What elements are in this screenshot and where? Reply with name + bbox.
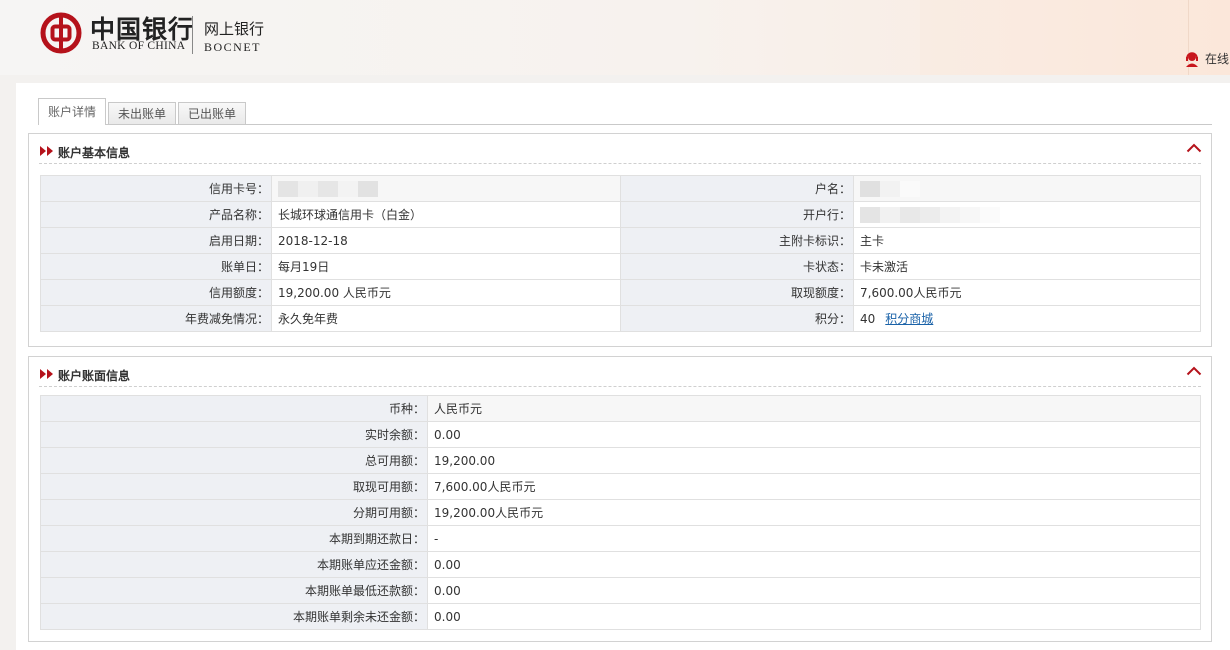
- chevron-up-icon[interactable]: [1186, 366, 1202, 376]
- bank-name-en: BANK OF CHINA: [92, 40, 186, 52]
- customer-service-icon: [1186, 51, 1198, 67]
- account-name-value: [853, 175, 1201, 202]
- balance-info-title: 账户账面信息: [58, 369, 131, 383]
- table-row: 总可用额： 19,200.00: [40, 447, 1201, 474]
- table-row: 本期账单剩余未还金额： 0.00: [40, 603, 1201, 630]
- installment-available-label: 分期可用额：: [40, 499, 428, 526]
- credit-limit-label: 信用额度：: [40, 279, 272, 306]
- table-row: 年费减免情况： 永久免年费 积分： 40 积分商城: [40, 305, 1201, 332]
- card-type-value: 主卡: [853, 227, 1201, 254]
- cash-available-value: 7,600.00人民币元: [427, 473, 1201, 500]
- product-name-label: 产品名称：: [40, 201, 272, 228]
- due-date-value: -: [427, 525, 1201, 552]
- billing-day-label: 账单日：: [40, 253, 272, 280]
- installment-available-value: 19,200.00人民币元: [427, 499, 1201, 526]
- remaining-unpaid-label: 本期账单剩余未还金额：: [40, 603, 428, 630]
- bank-of-china-logo-icon: [40, 12, 82, 54]
- header-right-panel: [920, 0, 1230, 75]
- points-mall-link[interactable]: 积分商城: [885, 312, 933, 326]
- points-value: 40: [860, 312, 876, 326]
- tab-bar-underline: [38, 124, 1212, 125]
- billing-day-value: 每月19日: [271, 253, 621, 280]
- basic-info-panel: 账户基本信息 信用卡号： 户名： 产品名称： 长城环球通信用卡（白金） 开户行：…: [28, 133, 1212, 347]
- table-row: 本期账单应还金额： 0.00: [40, 551, 1201, 578]
- card-number-label: 信用卡号：: [40, 175, 272, 202]
- annual-fee-value: 永久免年费: [271, 305, 621, 332]
- opening-branch-value: [853, 201, 1201, 228]
- points-label: 积分：: [620, 305, 854, 332]
- table-row: 启用日期： 2018-12-18 主附卡标识： 主卡: [40, 227, 1201, 254]
- tab-billed[interactable]: 已出账单: [178, 102, 247, 125]
- masked-opening-branch: [860, 206, 1000, 223]
- card-status-value: 卡未激活: [853, 253, 1201, 280]
- amount-due-value: 0.00: [427, 551, 1201, 578]
- table-row: 账单日： 每月19日 卡状态： 卡未激活: [40, 253, 1201, 280]
- points-cell: 40 积分商城: [853, 305, 1201, 332]
- page-header: 中国银行 BANK OF CHINA 网上银行 BOCNET 在线: [0, 0, 1230, 75]
- tab-unbilled[interactable]: 未出账单: [108, 102, 177, 125]
- basic-info-table: 信用卡号： 户名： 产品名称： 长城环球通信用卡（白金） 开户行： 启用日期： …: [40, 175, 1201, 332]
- realtime-balance-value: 0.00: [427, 421, 1201, 448]
- card-number-value: [271, 175, 621, 202]
- product-name-cn: 网上银行: [204, 20, 265, 38]
- card-status-label: 卡状态：: [620, 253, 854, 280]
- account-name-label: 户名：: [620, 175, 854, 202]
- cash-limit-label: 取现额度：: [620, 279, 854, 306]
- product-name-en: BOCNET: [204, 40, 261, 54]
- double-arrow-right-icon: [40, 146, 53, 156]
- table-row: 取现可用额： 7,600.00人民币元: [40, 473, 1201, 500]
- cash-limit-value: 7,600.00人民币元: [853, 279, 1201, 306]
- main-content: 账户详情 未出账单 已出账单 账户基本信息 信用卡号： 户名： 产品名称： 长城…: [16, 83, 1230, 650]
- remaining-unpaid-value: 0.00: [427, 603, 1201, 630]
- basic-info-divider: [39, 163, 1201, 164]
- table-row: 信用卡号： 户名：: [40, 175, 1201, 202]
- cash-available-label: 取现可用额：: [40, 473, 428, 500]
- basic-info-title: 账户基本信息: [58, 146, 131, 160]
- logo-separator: [192, 16, 193, 54]
- minimum-payment-value: 0.00: [427, 577, 1201, 604]
- table-row: 本期账单最低还款额： 0.00: [40, 577, 1201, 604]
- currency-value: 人民币元: [427, 395, 1201, 422]
- masked-card-number: [278, 180, 378, 197]
- table-row: 币种： 人民币元: [40, 395, 1201, 422]
- online-service-label: 在线: [1205, 52, 1230, 66]
- balance-info-divider: [39, 386, 1201, 387]
- table-row: 产品名称： 长城环球通信用卡（白金） 开户行：: [40, 201, 1201, 228]
- credit-limit-value: 19,200.00 人民币元: [271, 279, 621, 306]
- start-date-value: 2018-12-18: [271, 227, 621, 254]
- table-row: 分期可用额： 19,200.00人民币元: [40, 499, 1201, 526]
- start-date-label: 启用日期：: [40, 227, 272, 254]
- annual-fee-label: 年费减免情况：: [40, 305, 272, 332]
- table-row: 本期到期还款日： -: [40, 525, 1201, 552]
- total-available-value: 19,200.00: [427, 447, 1201, 474]
- balance-info-panel: 账户账面信息 币种： 人民币元 实时余额： 0.00 总可用额： 19,200.…: [28, 356, 1212, 642]
- tab-bar: 账户详情 未出账单 已出账单: [38, 98, 248, 125]
- masked-account-name: [860, 180, 920, 197]
- online-service-link[interactable]: 在线: [1185, 50, 1229, 67]
- product-name-value: 长城环球通信用卡（白金）: [271, 201, 621, 228]
- card-type-label: 主附卡标识：: [620, 227, 854, 254]
- amount-due-label: 本期账单应还金额：: [40, 551, 428, 578]
- table-row: 实时余额： 0.00: [40, 421, 1201, 448]
- realtime-balance-label: 实时余额：: [40, 421, 428, 448]
- balance-info-header: 账户账面信息: [29, 357, 1211, 387]
- currency-label: 币种：: [40, 395, 428, 422]
- double-arrow-right-icon: [40, 369, 53, 379]
- basic-info-header: 账户基本信息: [29, 134, 1211, 164]
- total-available-label: 总可用额：: [40, 447, 428, 474]
- tab-account-details[interactable]: 账户详情: [38, 98, 107, 125]
- chevron-up-icon[interactable]: [1186, 143, 1202, 153]
- opening-branch-label: 开户行：: [620, 201, 854, 228]
- minimum-payment-label: 本期账单最低还款额：: [40, 577, 428, 604]
- balance-info-table: 币种： 人民币元 实时余额： 0.00 总可用额： 19,200.00 取现可用…: [40, 395, 1201, 630]
- table-row: 信用额度： 19,200.00 人民币元 取现额度： 7,600.00人民币元: [40, 279, 1201, 306]
- due-date-label: 本期到期还款日：: [40, 525, 428, 552]
